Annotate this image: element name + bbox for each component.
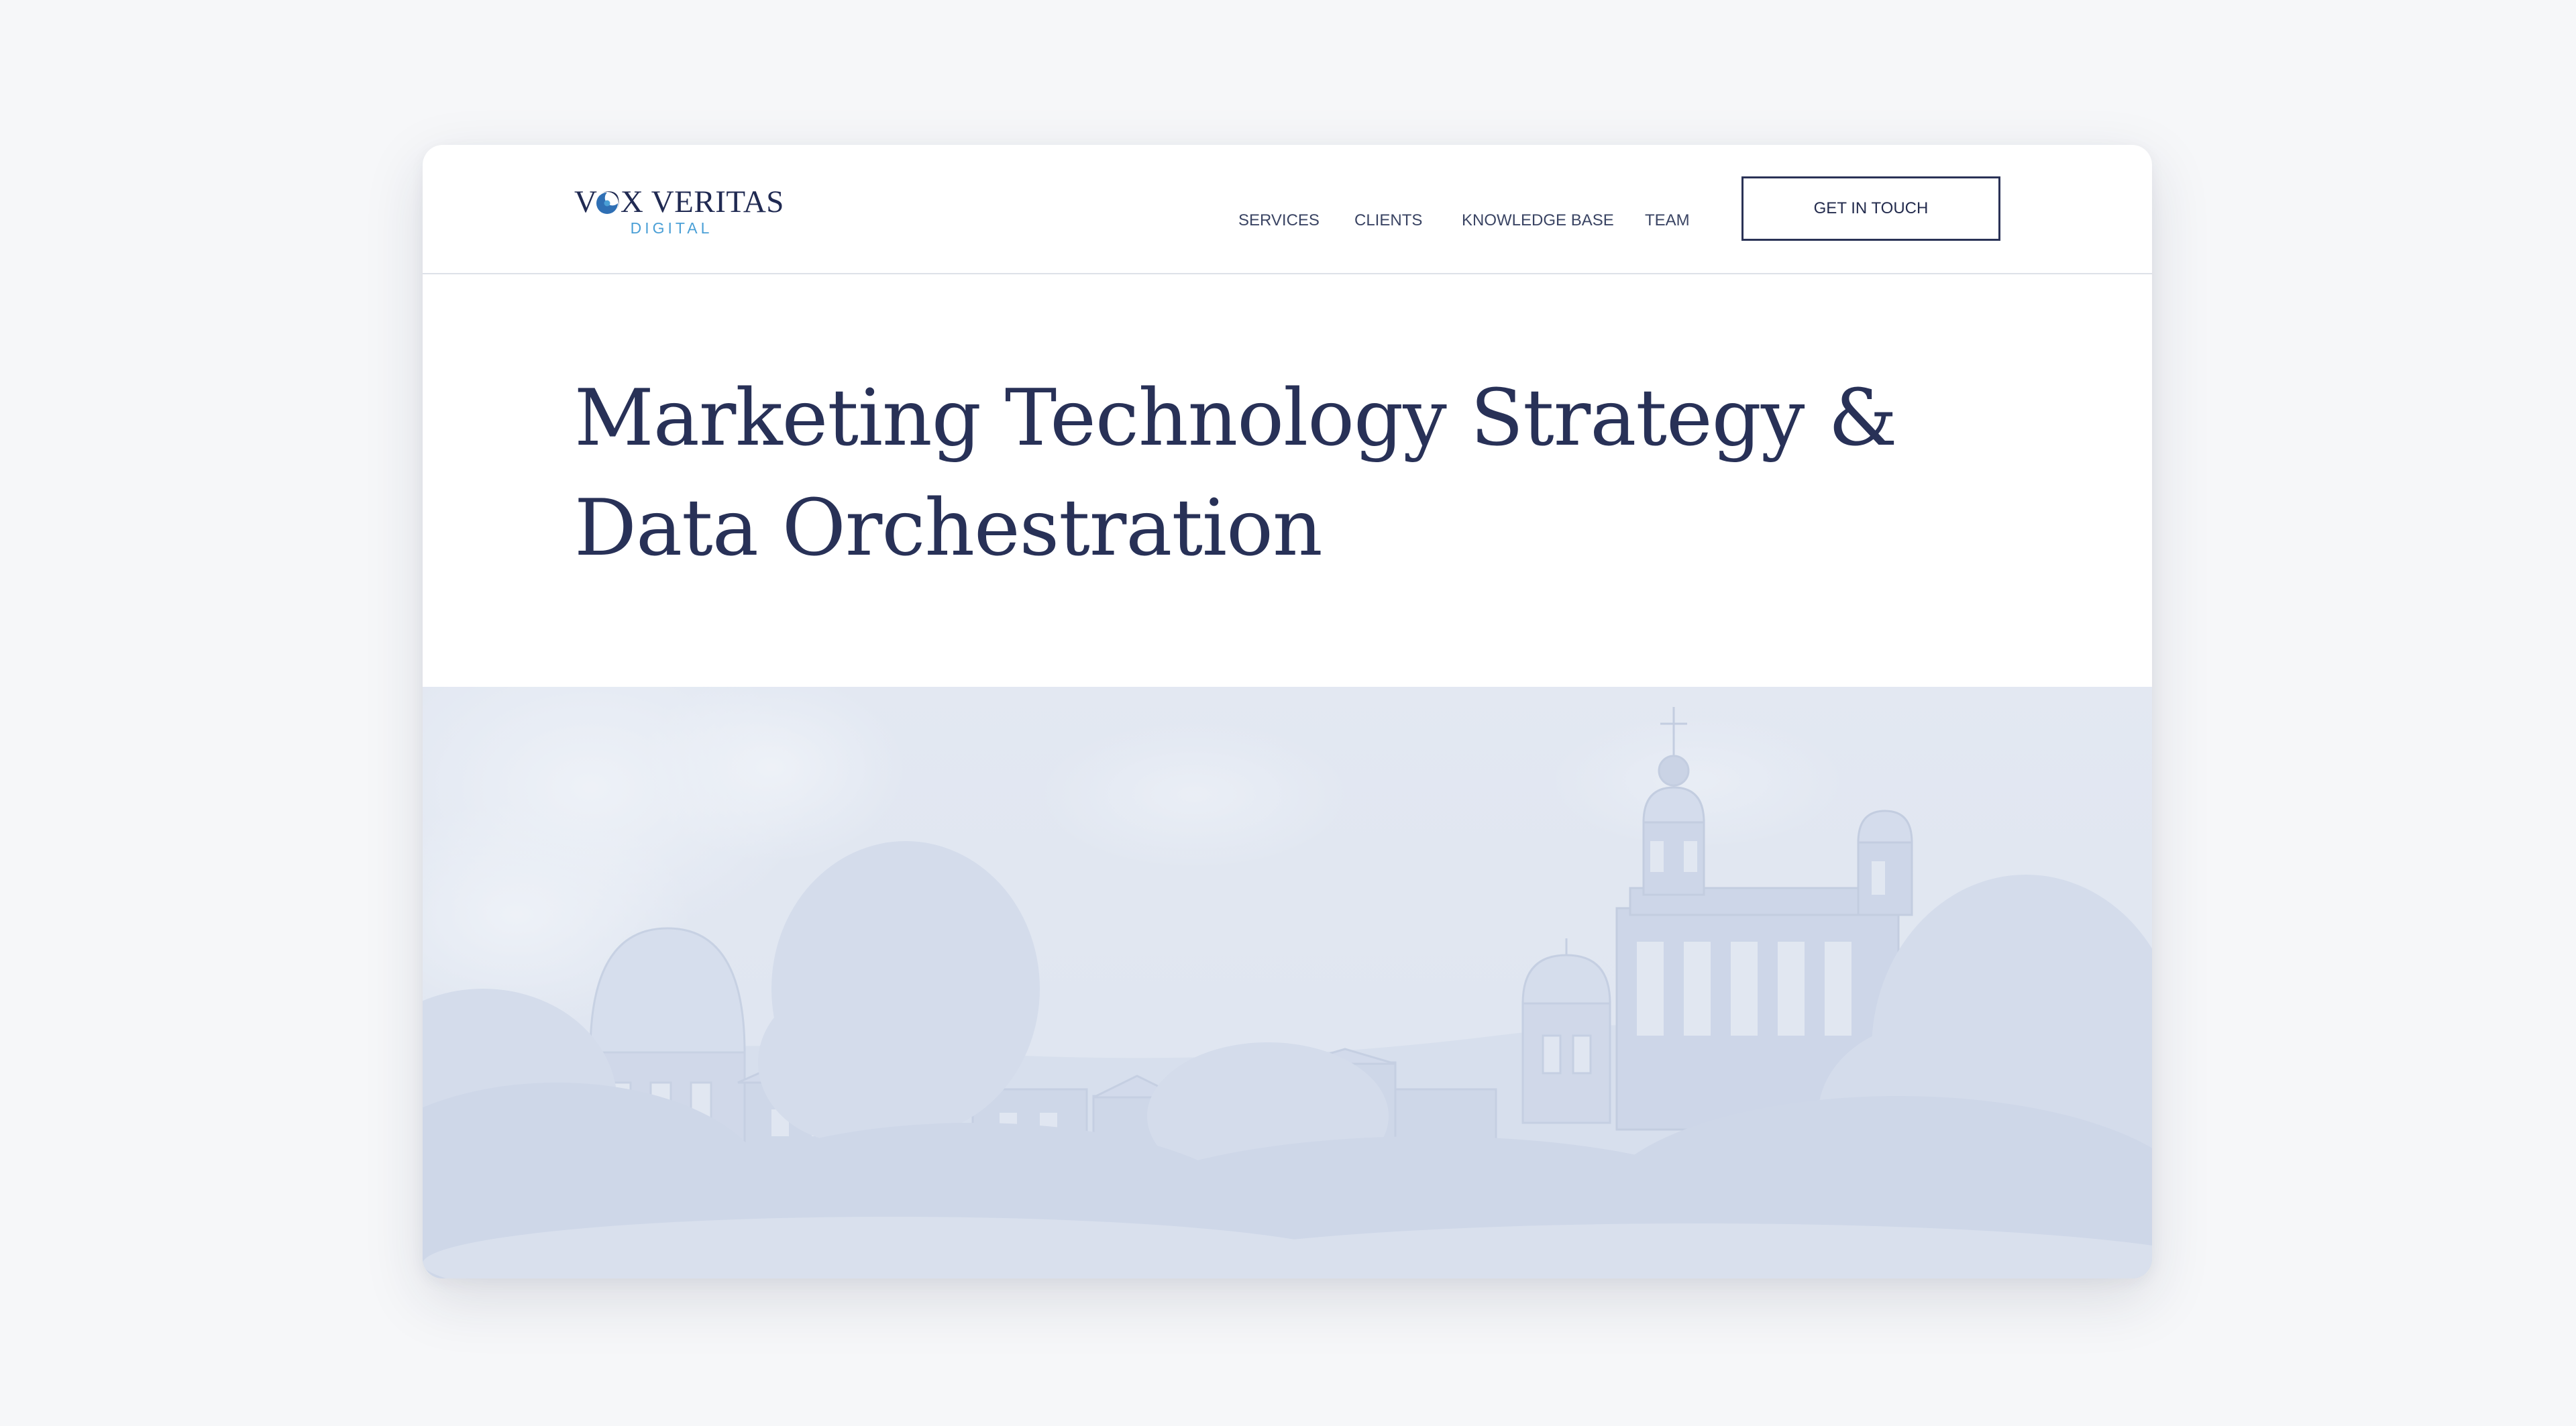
hero-title: Marketing Technology Strategy & Data Orc… <box>574 373 1898 573</box>
site-header: VOX VERITAS DIGITAL SERVICES CLIENTS KNO… <box>423 145 2152 274</box>
page-card: VOX VERITAS DIGITAL SERVICES CLIENTS KNO… <box>423 145 2152 1278</box>
logo-swirl-icon <box>596 192 619 215</box>
nav-item-clients[interactable]: CLIENTS <box>1354 207 1422 234</box>
site-logo[interactable]: VOX VERITAS DIGITAL <box>574 184 784 244</box>
observatory-illustration <box>423 687 2152 1278</box>
nav-item-team[interactable]: TEAM <box>1645 207 1690 234</box>
logo-subtitle: DIGITAL <box>630 219 713 237</box>
nav-item-services[interactable]: SERVICES <box>1238 207 1320 234</box>
hero-observatory-image <box>423 687 2152 1278</box>
nav-item-knowledge-base[interactable]: KNOWLEDGE BASE <box>1462 207 1614 234</box>
get-in-touch-button[interactable]: GET IN TOUCH <box>1741 176 2000 241</box>
